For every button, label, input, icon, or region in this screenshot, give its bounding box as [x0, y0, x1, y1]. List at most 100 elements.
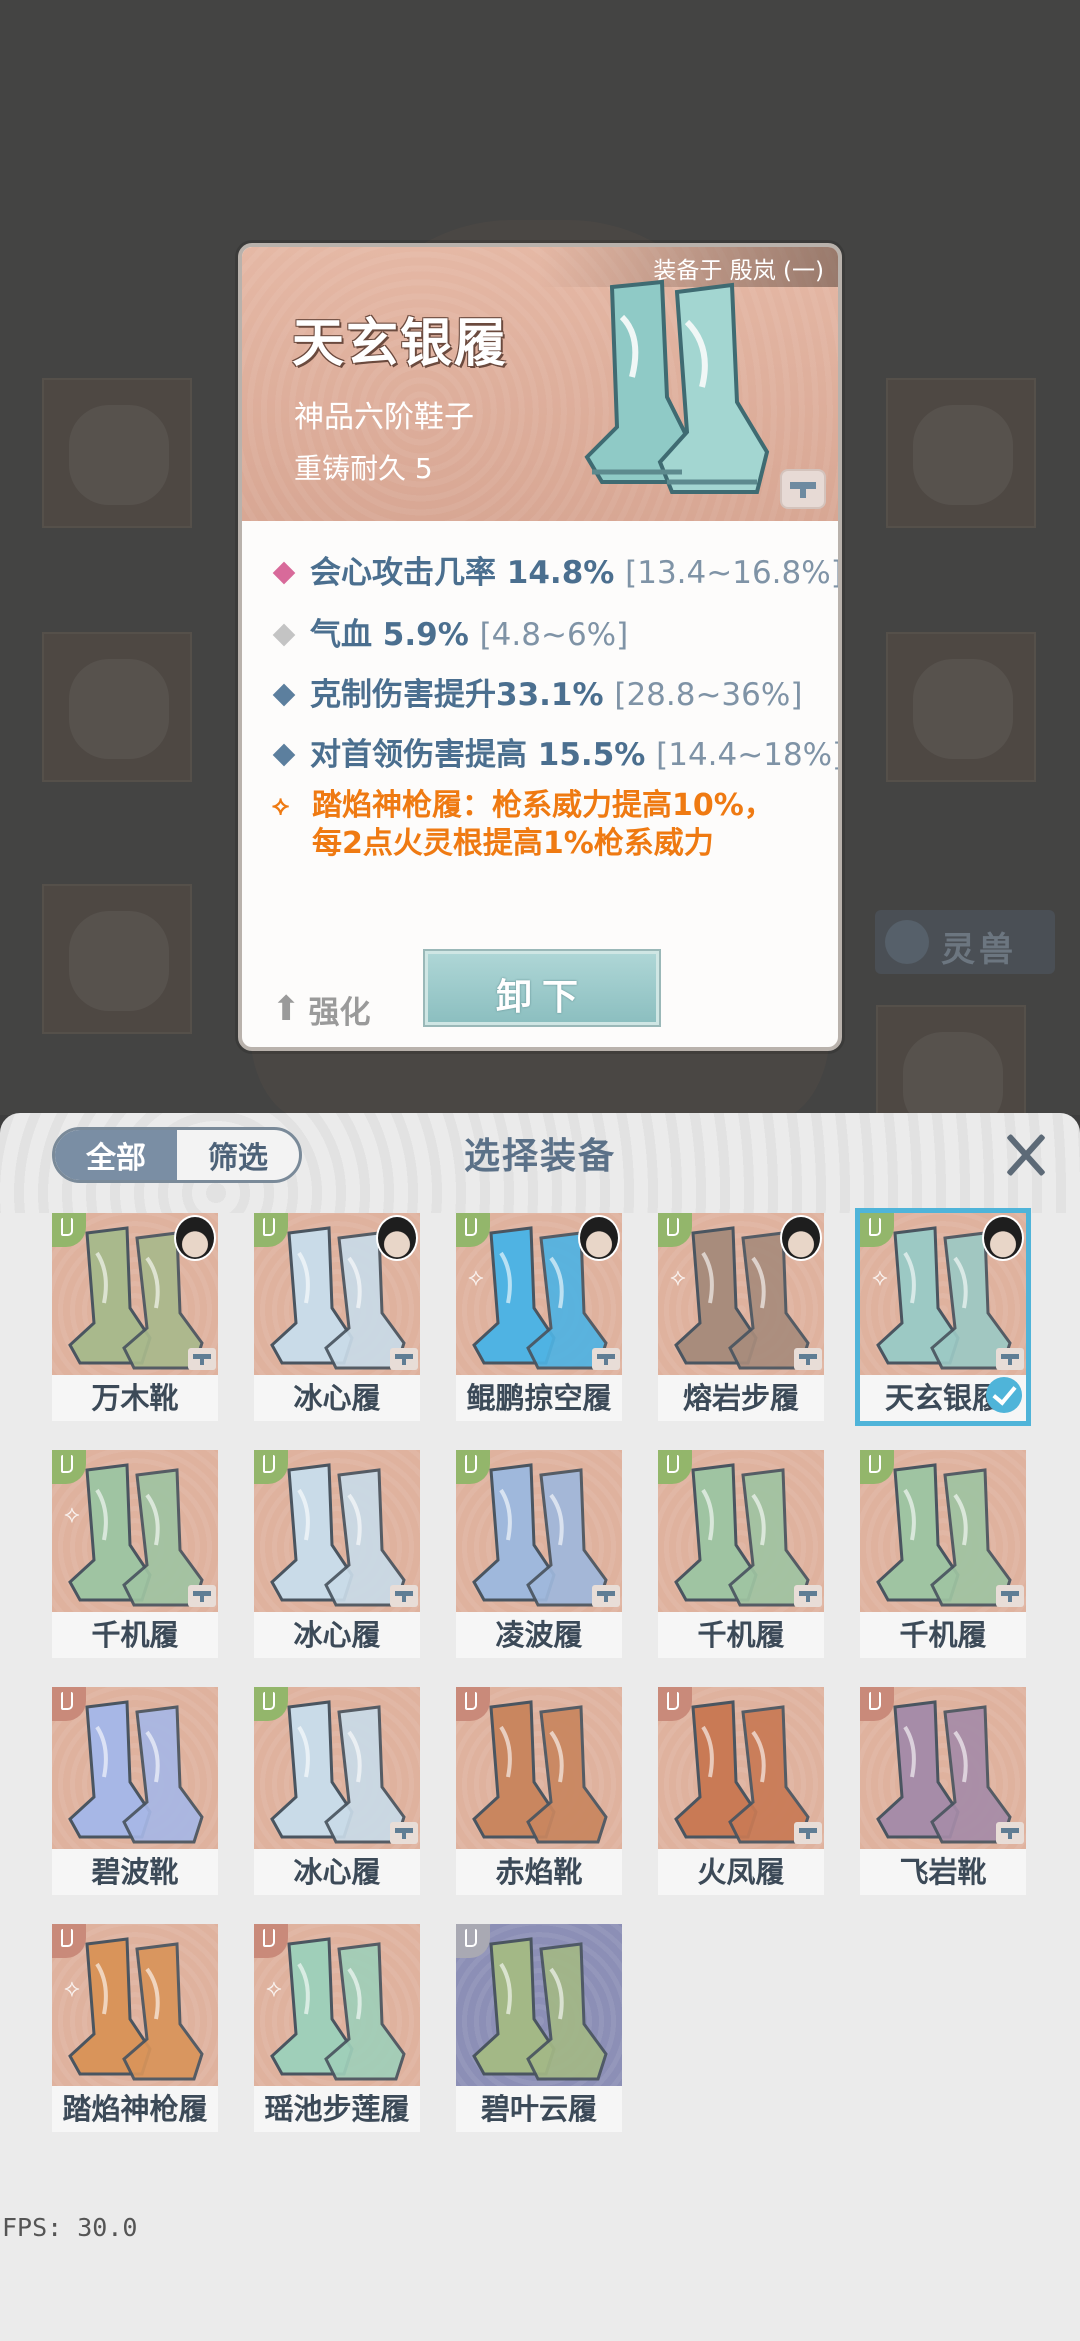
item-name-label: 万木靴 — [52, 1375, 218, 1421]
set-effect-icon: ⟡ — [64, 1974, 80, 2002]
equipment-item[interactable]: 冰心履 — [254, 1687, 420, 1895]
item-name-label: 赤焰靴 — [456, 1849, 622, 1895]
item-grade: 神品六阶鞋子 — [294, 400, 474, 435]
item-name-label: 凌波履 — [456, 1612, 622, 1658]
item-art — [254, 1213, 420, 1375]
item-name-label: 千机履 — [658, 1612, 824, 1658]
equipment-item[interactable]: ⟡ 踏焰神枪履 — [52, 1924, 218, 2132]
accessory-slot — [886, 378, 1036, 528]
set-effect-icon: ⟡ — [266, 1974, 282, 2002]
set-effect-icon: ⟡ — [272, 791, 290, 821]
lock-icon — [794, 1348, 822, 1370]
equipment-item[interactable]: 千机履 — [658, 1450, 824, 1658]
stat-line: 对首领伤害提高 15.5% [14.4~18%] — [272, 729, 838, 774]
item-art — [52, 1687, 218, 1849]
set-effect-icon: ⟡ — [64, 1500, 80, 1528]
equipment-item[interactable]: ⟡ 瑶池步莲履 — [254, 1924, 420, 2132]
item-art — [254, 1687, 420, 1849]
set-effect-icon: ⟡ — [468, 1263, 484, 1291]
stat-line: 会心攻击几率 14.8% [13.4~16.8%] — [272, 547, 838, 592]
lock-icon — [390, 1822, 418, 1844]
enhance-button[interactable]: ⬆ 强化 — [272, 987, 371, 1031]
lock-icon — [996, 1585, 1024, 1607]
lock-icon — [592, 1348, 620, 1370]
check-icon — [986, 1377, 1022, 1413]
item-name-label: 鲲鹏掠空履 — [456, 1375, 622, 1421]
item-name-label: 冰心履 — [254, 1375, 420, 1421]
stat-line: 克制伤害提升33.1% [28.8~36%] — [272, 669, 802, 714]
avatar — [174, 1215, 216, 1261]
item-art: ⟡ — [254, 1924, 420, 2086]
avatar — [982, 1215, 1024, 1261]
item-name-label: 冰心履 — [254, 1612, 420, 1658]
item-name: 天玄银履 — [292, 314, 509, 374]
equipment-item[interactable]: 千机履 — [860, 1450, 1026, 1658]
item-name-label: 碧叶云履 — [456, 2086, 622, 2132]
equipment-item[interactable]: 冰心履 — [254, 1450, 420, 1658]
item-art — [52, 1213, 218, 1375]
set-effect-icon: ⟡ — [670, 1263, 686, 1291]
item-name-label: 踏焰神枪履 — [52, 2086, 218, 2132]
unequip-button[interactable]: 卸下 — [423, 949, 661, 1027]
equipment-detail-card: 装备于 殷岚 (一) 天玄银履 神品六阶鞋子 重铸耐久 5 会心攻击几率 14.… — [238, 243, 842, 1051]
item-name-label: 冰心履 — [254, 1849, 420, 1895]
boots-slot — [42, 884, 192, 1034]
fps-counter: FPS: 30.0 — [2, 2213, 138, 2242]
equipment-item[interactable]: ⟡ 熔岩步履 — [658, 1213, 824, 1421]
equipment-item[interactable]: 万木靴 — [52, 1213, 218, 1421]
set-effect-icon: ⟡ — [872, 1263, 888, 1291]
boots-illustration — [584, 279, 770, 494]
lock-icon — [996, 1348, 1024, 1370]
item-name-label: 瑶池步莲履 — [254, 2086, 420, 2132]
item-name-label: 火凤履 — [658, 1849, 824, 1895]
item-art — [860, 1687, 1026, 1849]
equipment-item[interactable]: 碧叶云履 — [456, 1924, 622, 2132]
ring-slot — [886, 632, 1036, 782]
arrow-up-icon: ⬆ — [272, 989, 301, 1029]
item-art — [456, 1924, 622, 2086]
item-durability: 重铸耐久 5 — [294, 452, 433, 485]
lock-icon[interactable] — [780, 469, 826, 509]
item-name-label: 千机履 — [52, 1612, 218, 1658]
panel-title: 选择装备 — [463, 1136, 616, 1177]
equipment-item[interactable]: 冰心履 — [254, 1213, 420, 1421]
lock-icon — [390, 1585, 418, 1607]
avatar — [578, 1215, 620, 1261]
equipment-item[interactable]: 凌波履 — [456, 1450, 622, 1658]
diamond-icon — [272, 743, 296, 766]
item-art — [254, 1450, 420, 1612]
lock-icon — [188, 1348, 216, 1370]
diamond-icon — [272, 561, 296, 584]
equipment-item[interactable]: 飞岩靴 — [860, 1687, 1026, 1895]
lock-icon — [592, 1585, 620, 1607]
item-name-label: 飞岩靴 — [860, 1849, 1026, 1895]
lock-icon — [794, 1585, 822, 1607]
equipment-item[interactable]: 碧波靴 — [52, 1687, 218, 1895]
stat-line: 气血 5.9% [4.8~6%] — [272, 609, 628, 654]
item-name-label: 碧波靴 — [52, 1849, 218, 1895]
item-art — [658, 1687, 824, 1849]
lock-icon — [794, 1822, 822, 1844]
spirit-beast-button: 灵兽 — [875, 910, 1055, 974]
item-art: ⟡ — [52, 1450, 218, 1612]
equipment-item[interactable]: 火凤履 — [658, 1687, 824, 1895]
item-name-label: 熔岩步履 — [658, 1375, 824, 1421]
equipment-item[interactable]: 赤焰靴 — [456, 1687, 622, 1895]
item-art — [456, 1687, 622, 1849]
armor-slot — [42, 632, 192, 782]
item-name-label: 千机履 — [860, 1612, 1026, 1658]
item-art: ⟡ — [52, 1924, 218, 2086]
equipment-item[interactable]: ⟡ 千机履 — [52, 1450, 218, 1658]
avatar — [780, 1215, 822, 1261]
lock-icon — [390, 1348, 418, 1370]
set-effect: ⟡ 踏焰神枪履：枪系威力提高10%， 每2点火灵根提高1%枪系威力 — [272, 788, 774, 861]
equipment-item[interactable]: ⟡ 鲲鹏掠空履 — [456, 1213, 622, 1421]
item-art — [456, 1450, 622, 1612]
lock-icon — [996, 1822, 1024, 1844]
item-art — [658, 1450, 824, 1612]
equipment-item[interactable]: ⟡ 天玄银履 — [855, 1208, 1031, 1426]
close-icon[interactable] — [1003, 1131, 1049, 1177]
item-art: ⟡ — [456, 1213, 622, 1375]
item-art — [860, 1450, 1026, 1612]
diamond-icon — [272, 623, 296, 646]
